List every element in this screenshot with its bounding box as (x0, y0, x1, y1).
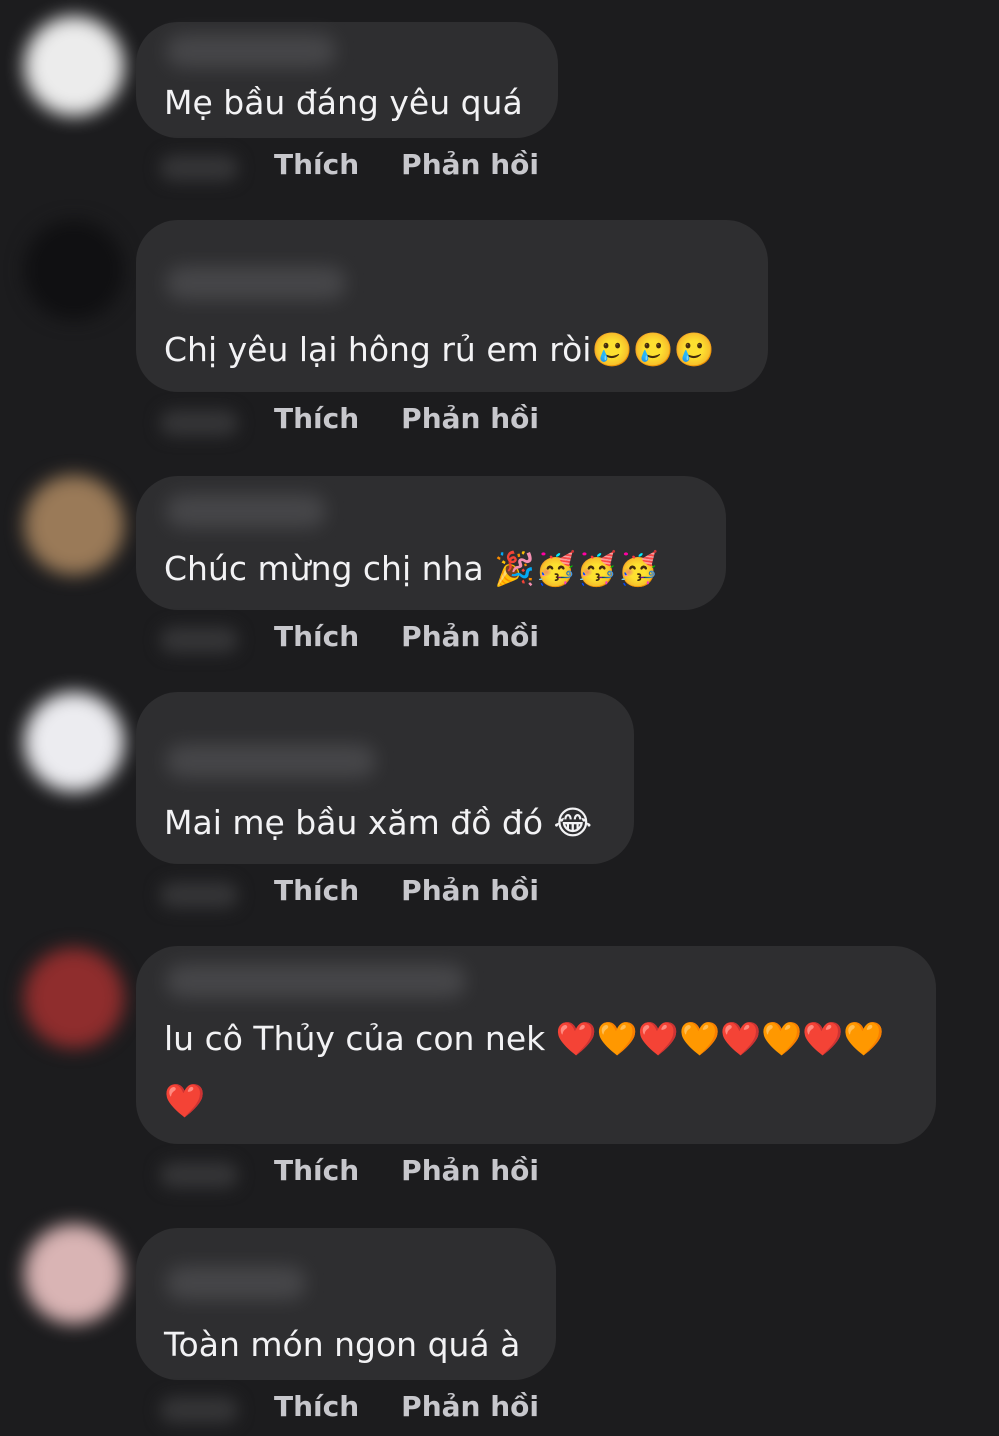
like-button[interactable]: Thích (274, 874, 359, 907)
comment-text: Chúc mừng chị nha 🎉🥳🥳🥳 (164, 549, 659, 588)
comment-text: Mai mẹ bầu xăm đồ đó 😂 (164, 803, 593, 842)
avatar[interactable] (24, 475, 124, 575)
avatar[interactable] (24, 16, 124, 116)
reply-button[interactable]: Phản hồi (401, 402, 539, 435)
author-name-blurred[interactable] (166, 34, 336, 68)
like-button[interactable]: Thích (274, 402, 359, 435)
comment-bubble[interactable]: Chị yêu lại hông rủ em ròi🥲🥲🥲 (136, 220, 768, 392)
like-button[interactable]: Thích (274, 1154, 359, 1187)
like-button[interactable]: Thích (274, 148, 359, 181)
comment-actions: Thích Phản hồi (274, 148, 539, 181)
comment-text: Mẹ bầu đáng yêu quá (164, 83, 523, 122)
comment-bubble[interactable]: Chúc mừng chị nha 🎉🥳🥳🥳 (136, 476, 726, 610)
reply-button[interactable]: Phản hồi (401, 1390, 539, 1423)
comment-bubble[interactable]: Mai mẹ bầu xăm đồ đó 😂 (136, 692, 634, 864)
author-name-blurred[interactable] (166, 494, 326, 528)
comment-actions: Thích Phản hồi (274, 402, 539, 435)
author-name-blurred[interactable] (166, 1266, 306, 1300)
timestamp-blurred (160, 1397, 238, 1423)
reply-button[interactable]: Phản hồi (401, 1154, 539, 1187)
avatar[interactable] (24, 692, 124, 792)
like-button[interactable]: Thích (274, 1390, 359, 1423)
comment-bubble[interactable]: lu cô Thủy của con nek ❤️🧡❤️🧡❤️🧡❤️🧡❤️ (136, 946, 936, 1144)
author-name-blurred[interactable] (166, 964, 466, 998)
author-name-blurred[interactable] (166, 744, 376, 778)
author-name-blurred[interactable] (166, 266, 346, 300)
avatar[interactable] (24, 948, 124, 1048)
reply-button[interactable]: Phản hồi (401, 874, 539, 907)
comment-actions: Thích Phản hồi (274, 620, 539, 653)
comment-text: Toàn món ngon quá à (164, 1325, 521, 1364)
comment-text: Chị yêu lại hông rủ em ròi🥲🥲🥲 (164, 330, 715, 369)
avatar[interactable] (24, 1224, 124, 1324)
comment-actions: Thích Phản hồi (274, 874, 539, 907)
comment-bubble[interactable]: Mẹ bầu đáng yêu quá (136, 22, 558, 138)
avatar[interactable] (24, 220, 124, 320)
timestamp-blurred (160, 627, 238, 653)
reply-button[interactable]: Phản hồi (401, 148, 539, 181)
timestamp-blurred (160, 155, 238, 181)
timestamp-blurred (160, 882, 238, 908)
comment-actions: Thích Phản hồi (274, 1154, 539, 1187)
comment-text: lu cô Thủy của con nek ❤️🧡❤️🧡❤️🧡❤️🧡❤️ (164, 1019, 885, 1120)
reply-button[interactable]: Phản hồi (401, 620, 539, 653)
comment-bubble[interactable]: Toàn món ngon quá à (136, 1228, 556, 1380)
timestamp-blurred (160, 410, 238, 436)
like-button[interactable]: Thích (274, 620, 359, 653)
timestamp-blurred (160, 1162, 238, 1188)
comment-actions: Thích Phản hồi (274, 1390, 539, 1423)
